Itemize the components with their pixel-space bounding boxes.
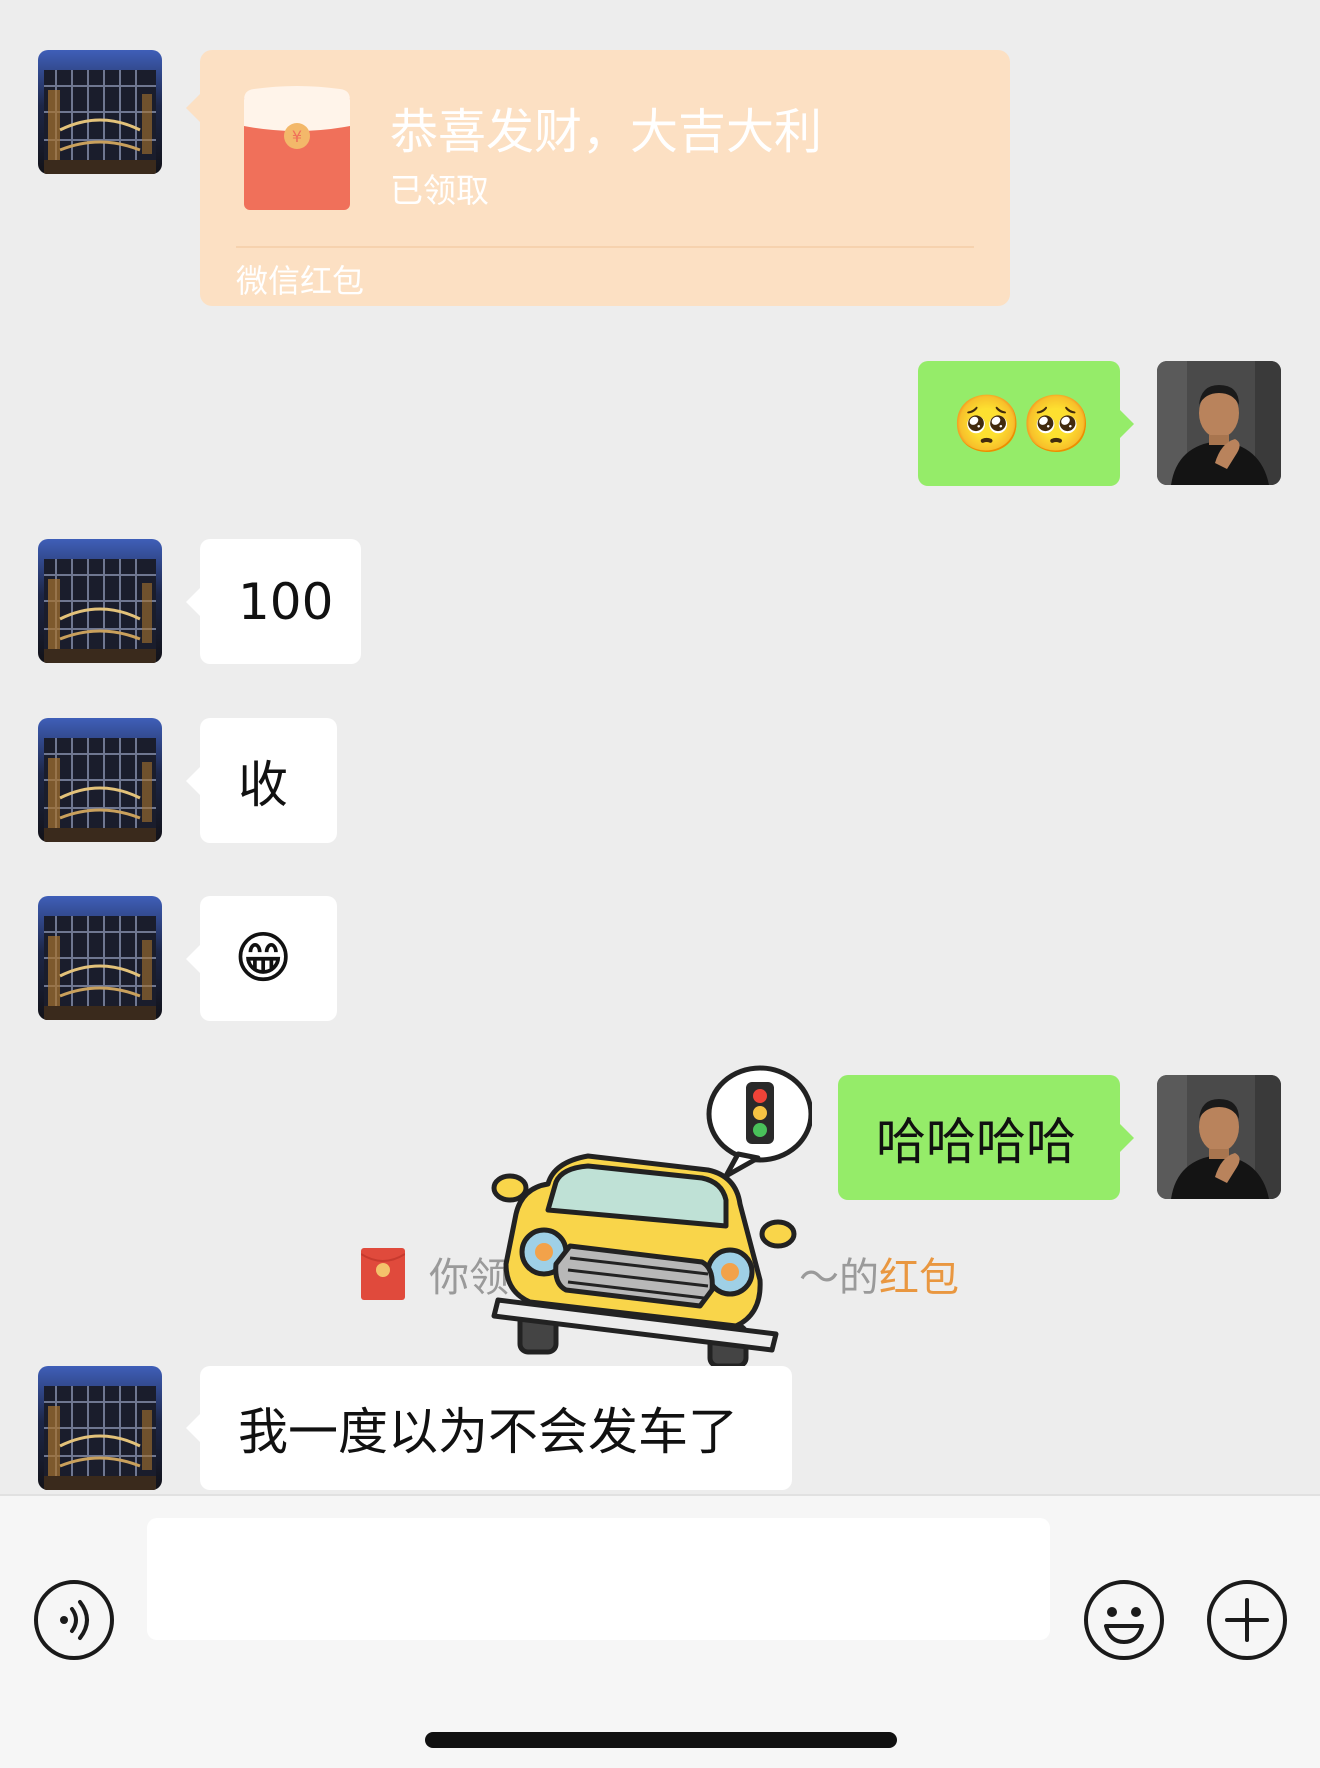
building-photo-icon bbox=[38, 50, 162, 174]
building-photo-icon bbox=[38, 718, 162, 842]
voice-icon bbox=[34, 1580, 114, 1660]
contact-avatar[interactable] bbox=[38, 1366, 162, 1490]
voice-button[interactable] bbox=[32, 1578, 116, 1662]
message-text: 哈哈哈哈 bbox=[876, 1112, 1076, 1171]
my-avatar[interactable] bbox=[1157, 1075, 1281, 1199]
plus-icon bbox=[1207, 1580, 1287, 1660]
red-packet-link[interactable]: 红包 bbox=[879, 1245, 959, 1303]
building-photo-icon bbox=[38, 1366, 162, 1490]
message-text: 100 bbox=[238, 572, 334, 631]
building-photo-icon bbox=[38, 539, 162, 663]
more-button[interactable] bbox=[1205, 1578, 1289, 1662]
input-bar bbox=[0, 1494, 1320, 1768]
red-envelope-icon bbox=[361, 1248, 405, 1300]
message-bubble-incoming[interactable]: 收 bbox=[186, 718, 337, 843]
person-photo-icon bbox=[1157, 1075, 1281, 1199]
my-avatar[interactable] bbox=[1157, 361, 1281, 485]
message-input[interactable] bbox=[147, 1518, 1050, 1640]
message-text: 我一度以为不会发车了 bbox=[238, 1403, 738, 1461]
message-bubble-incoming[interactable]: 我一度以为不会发车了 bbox=[186, 1366, 792, 1490]
red-packet-title: 恭喜发财，大吉大利 bbox=[390, 104, 823, 160]
contact-avatar[interactable] bbox=[38, 896, 162, 1020]
red-envelope-icon bbox=[244, 86, 350, 210]
contact-avatar[interactable] bbox=[38, 539, 162, 663]
car-traffic-light-sticker[interactable] bbox=[490, 1064, 812, 1382]
red-packet-footer: 微信红包 bbox=[236, 262, 365, 300]
contact-avatar[interactable] bbox=[38, 50, 162, 174]
red-packet-status: 已领取 bbox=[390, 171, 489, 210]
home-indicator[interactable] bbox=[425, 1732, 897, 1748]
red-packet-card[interactable]: 恭喜发财，大吉大利 已领取 微信红包 bbox=[186, 50, 1010, 306]
message-bubble-incoming[interactable]: 100 bbox=[186, 539, 361, 664]
person-photo-icon bbox=[1157, 361, 1281, 485]
red-packet-divider bbox=[236, 246, 974, 248]
emoji-button[interactable] bbox=[1082, 1578, 1166, 1662]
message-bubble-outgoing[interactable]: 哈哈哈哈 bbox=[838, 1075, 1134, 1200]
pleading-face-emoji: 🥺 bbox=[952, 391, 1022, 457]
pleading-face-emoji: 🥺 bbox=[1021, 391, 1092, 457]
message-bubble-incoming[interactable]: 😁 bbox=[186, 896, 337, 1021]
smiley-icon bbox=[1084, 1580, 1164, 1660]
grinning-face-emoji: 😁 bbox=[234, 926, 293, 991]
message-bubble-outgoing[interactable]: 🥺 🥺 bbox=[918, 361, 1134, 486]
contact-avatar[interactable] bbox=[38, 718, 162, 842]
message-text: 收 bbox=[238, 755, 288, 814]
building-photo-icon bbox=[38, 896, 162, 1020]
chat-area[interactable]: 恭喜发财，大吉大利 已领取 微信红包 🥺 🥺 100 收 😁 哈哈哈哈 你领 ～… bbox=[0, 0, 1320, 1494]
